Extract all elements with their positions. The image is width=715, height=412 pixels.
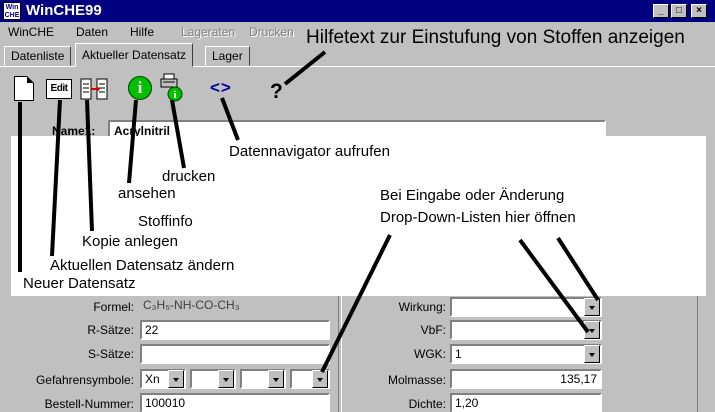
help-icon[interactable]: ? <box>270 80 283 104</box>
print-graphic: i <box>160 73 183 102</box>
navigator-icon[interactable]: <> <box>210 78 232 98</box>
annotation-view: ansehen <box>118 185 176 202</box>
r-saetze-field[interactable]: 22 <box>140 320 330 340</box>
logo-top-text: Win <box>5 4 19 11</box>
annotation-stoffinfo: Stoffinfo <box>138 213 193 230</box>
wgk-field[interactable]: 1 <box>450 344 602 364</box>
new-record-icon[interactable] <box>14 76 34 101</box>
maximize-button[interactable]: □ <box>671 4 687 18</box>
close-button[interactable]: × <box>691 4 707 18</box>
app-logo-icon[interactable]: Win CHE <box>3 2 21 20</box>
menu-drucken[interactable]: Drucken <box>249 25 294 39</box>
tab-datenliste[interactable]: Datenliste <box>4 46 72 66</box>
wgk-dropdown-button[interactable] <box>584 345 600 363</box>
window-title: WinCHE99 <box>26 2 102 19</box>
gefahrensymbol-4-dropdown-button[interactable] <box>312 370 328 388</box>
formel-field: C₃H₅-NH-CO-CH₃ <box>143 298 240 312</box>
formel-label: Formel: <box>93 300 134 314</box>
edit-record-icon[interactable]: Edit <box>46 79 72 99</box>
panel-divider <box>338 296 342 412</box>
minimize-button[interactable]: _ <box>653 4 669 18</box>
info-view-icon[interactable]: i <box>128 76 152 100</box>
annotation-copy: Kopie anlegen <box>82 233 178 250</box>
s-saetze-field[interactable] <box>140 344 330 364</box>
wirkung-label: Wirkung: <box>398 300 446 314</box>
menu-hilfe[interactable]: Hilfe <box>130 25 154 39</box>
bestell-nummer-label: Bestell-Nummer: <box>44 397 134 411</box>
annotation-navigator: Datennavigator aufrufen <box>229 143 390 160</box>
dichte-field[interactable]: 1,20 <box>450 393 602 412</box>
molmasse-field[interactable]: 135,17 <box>450 369 602 389</box>
annotation-print: drucken <box>162 168 216 185</box>
print-icon[interactable]: i <box>160 73 186 103</box>
wgk-label: WGK: <box>414 347 446 361</box>
copy-record-icon[interactable] <box>80 78 108 100</box>
annotation-help: Hilfetext zur Einstufung von Stoffen anz… <box>306 27 685 48</box>
dichte-label: Dichte: <box>408 397 446 411</box>
title-bar: Win CHE WinCHE99 _ □ × <box>0 0 715 22</box>
wirkung-field[interactable] <box>450 297 602 317</box>
annotation-edit: Aktuellen Datensatz ändern <box>50 257 235 274</box>
gefahrensymbol-1-dropdown-button[interactable] <box>168 370 184 388</box>
gefahrensymbol-2-dropdown-button[interactable] <box>218 370 234 388</box>
copy-record-graphic <box>80 78 108 100</box>
gefahrensymbol-3-dropdown-button[interactable] <box>268 370 284 388</box>
tab-aktueller-datensatz[interactable]: Aktueller Datensatz <box>75 43 194 67</box>
menu-daten[interactable]: Daten <box>76 25 108 39</box>
s-saetze-label: S-Sätze: <box>87 347 134 361</box>
annotation-dropdown-line2: Drop-Down-Listen hier öffnen <box>380 209 576 226</box>
molmasse-label: Molmasse: <box>387 373 446 387</box>
vbf-label: VbF: <box>420 323 446 337</box>
logo-bottom-text: CHE <box>4 12 20 19</box>
annotation-new: Neuer Datensatz <box>23 275 136 292</box>
menu-wince[interactable]: WinCHE <box>8 25 54 39</box>
leader-help <box>283 50 327 86</box>
r-saetze-label: R-Sätze: <box>87 323 134 337</box>
vbf-field[interactable] <box>450 320 602 340</box>
annotation-dropdown-line1: Bei Eingabe oder Änderung <box>380 187 565 204</box>
bestell-nummer-field[interactable]: 100010 <box>140 393 330 412</box>
wirkung-dropdown-button[interactable] <box>584 298 600 316</box>
tab-lager[interactable]: Lager <box>205 46 250 66</box>
gefahrensymbole-label: Gefahrensymbole: <box>35 373 134 387</box>
svg-text:i: i <box>173 89 176 101</box>
right-panel-edge <box>697 296 715 412</box>
menu-lageraten[interactable]: Lageraten <box>181 25 235 39</box>
vbf-dropdown-button[interactable] <box>584 321 600 339</box>
